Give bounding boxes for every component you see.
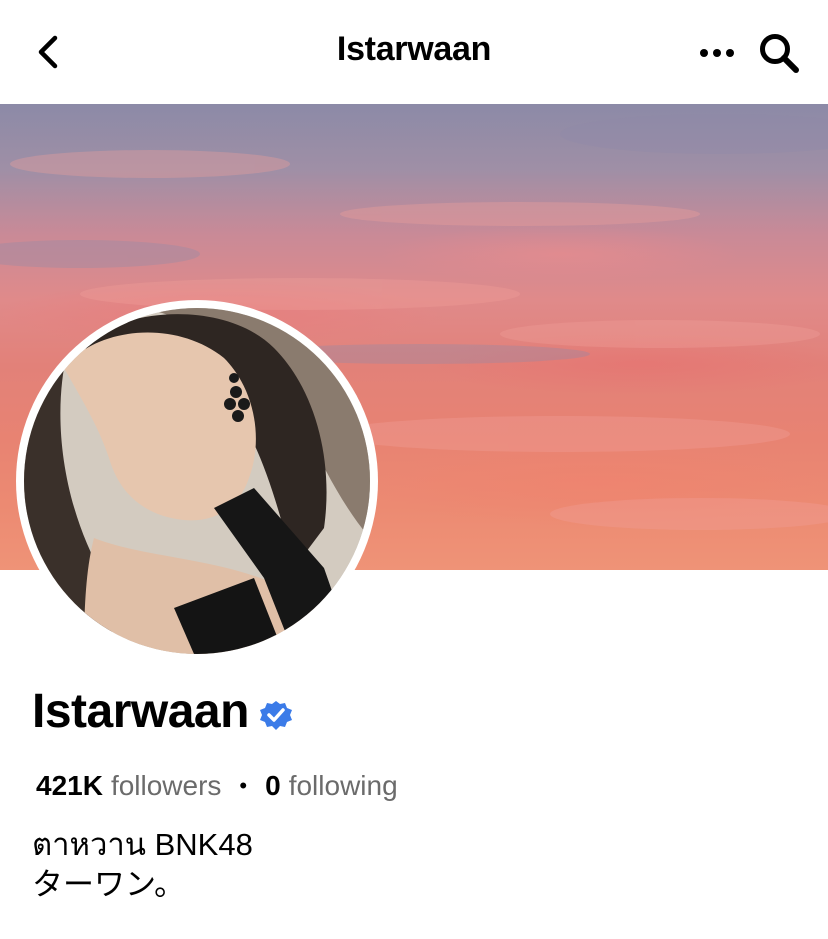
followers-link[interactable]: 421K followers (36, 770, 221, 802)
following-label: following (288, 770, 398, 801)
more-horizontal-icon (700, 49, 734, 57)
verified-badge-icon (259, 700, 292, 730)
search-button[interactable] (756, 30, 802, 76)
more-options-button[interactable] (696, 36, 738, 70)
profile-bio: ตาหวาน BNK48 ターワン。 (32, 825, 253, 905)
stats-separator: • (239, 773, 248, 798)
avatar-portrait (24, 308, 370, 654)
profile-name-row: Istarwaan (32, 684, 293, 739)
top-bar: Istarwaan (0, 0, 828, 104)
followers-count: 421K (36, 770, 103, 801)
profile-avatar[interactable] (16, 300, 378, 662)
following-count: 0 (265, 770, 281, 801)
following-link[interactable]: 0 following (265, 770, 398, 802)
avatar-photo (24, 308, 370, 654)
follow-stats: 421K followers • 0 following (36, 770, 398, 802)
bio-line-1: ตาหวาน BNK48 (32, 827, 253, 862)
search-icon (760, 34, 799, 73)
bio-line-2: ターワン。 (32, 867, 186, 902)
followers-label: followers (110, 770, 222, 801)
profile-name: Istarwaan (32, 685, 249, 738)
